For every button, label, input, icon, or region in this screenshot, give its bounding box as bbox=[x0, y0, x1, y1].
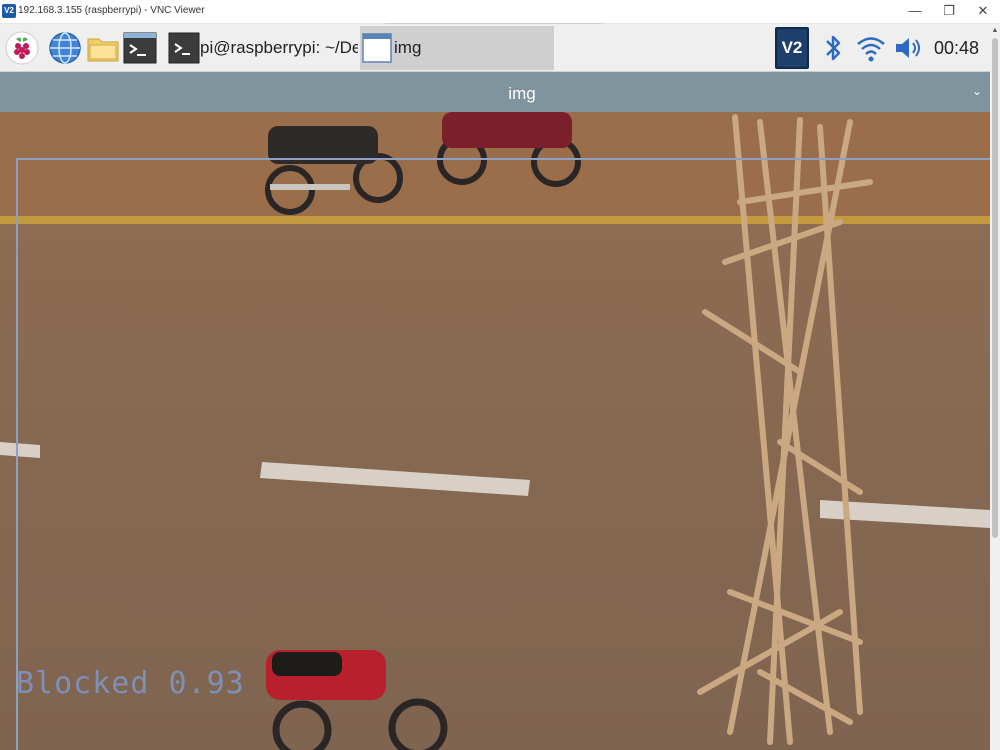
raspberry-pi-taskbar: pi@raspberrypi: ~/De... img V2 00:48 bbox=[0, 24, 990, 72]
taskbar-item-label: img bbox=[394, 38, 422, 57]
vnc-viewer-logo-icon: V2 bbox=[2, 4, 16, 18]
vnc-viewer-titlebar: V2 192.168.3.155 (raspberrypi) - VNC Vie… bbox=[0, 0, 1000, 24]
camera-frame: Blocked 0.93 bbox=[0, 112, 990, 750]
bluetooth-icon[interactable] bbox=[820, 32, 846, 64]
minimize-button[interactable]: — bbox=[898, 2, 932, 20]
vnc-toolbar-handle[interactable] bbox=[385, 0, 603, 24]
file-manager-icon[interactable] bbox=[85, 30, 121, 66]
vertical-scrollbar[interactable]: ▲ bbox=[990, 24, 1000, 750]
img-window-title: img bbox=[508, 84, 536, 103]
wifi-icon[interactable] bbox=[855, 32, 887, 64]
raspberry-menu-icon[interactable] bbox=[4, 30, 40, 66]
window-icon bbox=[362, 33, 392, 63]
detection-bounding-box bbox=[16, 158, 990, 750]
volume-icon[interactable] bbox=[892, 32, 924, 64]
vnc-window-title: 192.168.3.155 (raspberrypi) - VNC Viewer bbox=[18, 5, 205, 16]
web-browser-icon[interactable] bbox=[47, 30, 83, 66]
scroll-up-arrow-icon[interactable]: ▲ bbox=[990, 26, 1000, 36]
terminal-icon bbox=[168, 32, 200, 64]
taskbar-item-img[interactable]: img bbox=[360, 26, 554, 70]
img-window-titlebar[interactable]: img ⌄ bbox=[0, 72, 990, 112]
taskbar-item-terminal[interactable]: pi@raspberrypi: ~/De... bbox=[164, 26, 360, 70]
chevron-down-icon[interactable]: ⌄ bbox=[972, 84, 988, 100]
scrollbar-thumb[interactable] bbox=[992, 38, 998, 538]
restore-button[interactable]: ❐ bbox=[932, 2, 966, 20]
close-button[interactable]: ✕ bbox=[966, 2, 1000, 20]
detection-label: Blocked 0.93 bbox=[16, 666, 245, 701]
clock[interactable]: 00:48 bbox=[934, 38, 979, 59]
terminal-icon[interactable] bbox=[122, 30, 158, 66]
vnc-server-tray-icon[interactable]: V2 bbox=[775, 27, 809, 69]
taskbar-item-label: pi@raspberrypi: ~/De... bbox=[200, 38, 358, 57]
